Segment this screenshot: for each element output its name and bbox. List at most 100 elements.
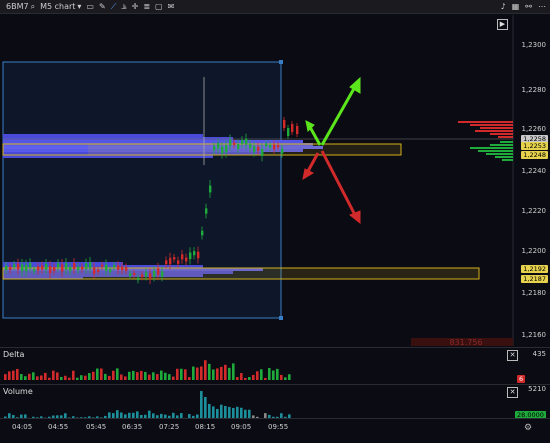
- delta-bar: [188, 377, 191, 380]
- indicator-icon: ⫡: [121, 1, 127, 11]
- candle: [291, 121, 294, 135]
- delta-bar: [152, 372, 155, 380]
- crosshair-button[interactable]: ✛: [132, 1, 139, 13]
- annotation-arrow-red-left[interactable]: [302, 152, 320, 181]
- layout-button[interactable]: ▦: [512, 1, 520, 13]
- delta-pane[interactable]: Delta ✕ 435 6: [0, 347, 550, 384]
- delta-bar: [200, 366, 203, 380]
- delta-bar: [144, 371, 147, 380]
- selection-handle-bottom[interactable]: [279, 316, 283, 320]
- price-tag-level: 1,2192: [521, 265, 548, 273]
- delta-bar: [236, 377, 239, 380]
- selection-handle-top[interactable]: [279, 60, 283, 64]
- delta-bar: [208, 363, 211, 380]
- delta-bar: [36, 376, 39, 380]
- volume-histogram: [4, 391, 291, 419]
- chart-toolbar: 6BM7 ⌕ M5 chart ▾ ▭ ✎ ⟋ ⫡ ✛ ≣ ▢ ✉ ♪ ▦ ⚯ …: [0, 0, 550, 14]
- delta-bar: [116, 368, 119, 380]
- display-settings-button[interactable]: ▭: [86, 1, 94, 13]
- delta-bar: [240, 373, 243, 380]
- layers-icon: ≣: [143, 1, 151, 11]
- main-price-chart[interactable]: 831.756 1,2300 1,2280 1,2260 1,2240 1,22…: [0, 15, 550, 346]
- annotation-arrow-green-up[interactable]: [320, 76, 361, 146]
- annotation-arrow-green-left[interactable]: [305, 120, 322, 146]
- delta-bar: [284, 377, 287, 380]
- annotation-arrow-red-down[interactable]: [320, 150, 361, 225]
- delta-bar: [204, 360, 207, 380]
- delta-bar: [172, 376, 175, 380]
- delta-bar: [132, 370, 135, 380]
- price-axis[interactable]: 1,2300 1,2280 1,2260 1,2240 1,2220 1,220…: [514, 15, 550, 346]
- time-axis[interactable]: 04:05 04:55 05:45 06:35 07:25 08:15 09:0…: [0, 418, 550, 443]
- delta-bar: [196, 367, 199, 380]
- delta-bar: [232, 363, 235, 380]
- delta-bar: [136, 372, 139, 380]
- delta-bar: [148, 374, 151, 380]
- symbol-selector[interactable]: 6BM7 ⌕: [6, 1, 35, 13]
- volume-bar: [204, 397, 207, 419]
- delta-bar: [224, 364, 227, 380]
- delta-histogram: [4, 360, 291, 380]
- volume-pane[interactable]: Volume ✕ 5210 28.0000: [0, 384, 550, 419]
- delta-bar: [180, 368, 183, 380]
- delta-bar: [268, 368, 271, 380]
- templates-button[interactable]: ≣: [143, 1, 150, 13]
- delta-bar: [88, 373, 91, 380]
- delta-bar: [60, 376, 63, 380]
- time-label: 04:05: [12, 423, 33, 431]
- delta-bar: [120, 374, 123, 380]
- price-tag-level: 1,2253: [521, 142, 548, 150]
- more-button[interactable]: ⋯: [538, 1, 546, 13]
- timeframe-selector[interactable]: M5 chart ▾: [40, 1, 81, 13]
- delta-bar: [52, 370, 55, 380]
- session-profile-histogram: [458, 121, 513, 161]
- delta-bar: [76, 377, 79, 380]
- delta-bar: [40, 375, 43, 380]
- delta-title: Delta: [3, 350, 25, 359]
- delta-bar: [8, 371, 11, 380]
- line-chart-icon: ⟋: [110, 1, 117, 11]
- maximize-icon[interactable]: ▶: [497, 19, 508, 30]
- delta-bar: [72, 370, 75, 380]
- indicators-button[interactable]: ⫡: [121, 1, 126, 13]
- volume-bar: [220, 404, 223, 419]
- price-label: 1,2280: [521, 86, 547, 94]
- chevron-down-icon: ▾: [77, 1, 82, 11]
- close-icon[interactable]: ✕: [507, 387, 518, 398]
- candle: [296, 123, 299, 137]
- snapshot-button[interactable]: ▢: [155, 1, 163, 13]
- volume-axis-label: 5210: [528, 385, 546, 393]
- delta-bar: [84, 375, 87, 380]
- settings-icon[interactable]: ⚙: [524, 423, 532, 433]
- notifications-button[interactable]: ♪: [501, 1, 506, 13]
- delta-bar: [156, 374, 159, 380]
- price-label: 1,2240: [521, 167, 547, 175]
- close-icon[interactable]: ✕: [507, 350, 518, 361]
- delta-bar: [248, 377, 251, 380]
- delta-bar: [28, 373, 31, 380]
- delta-bar: [164, 372, 167, 380]
- delta-bar: [228, 367, 231, 380]
- delta-bar: [32, 372, 35, 380]
- delta-bar: [168, 374, 171, 380]
- price-label: 1,2200: [521, 247, 547, 255]
- delta-bar: [124, 376, 127, 380]
- drawing-tools-button[interactable]: ✎: [99, 1, 106, 13]
- candle: [287, 125, 290, 139]
- delta-bar: [20, 374, 23, 380]
- price-label: 1,2180: [521, 289, 547, 297]
- delta-bar: [16, 368, 19, 380]
- price-chart-canvas[interactable]: 831.756: [0, 15, 550, 346]
- delta-bar: [176, 368, 179, 380]
- time-label: 05:45: [86, 423, 107, 431]
- chart-type-button[interactable]: ⟋: [111, 1, 117, 13]
- price-label: 1,2220: [521, 207, 547, 215]
- delta-bar: [44, 372, 47, 380]
- link-button[interactable]: ⚯: [525, 1, 532, 13]
- delta-bar: [80, 375, 83, 380]
- time-label: 06:35: [122, 423, 143, 431]
- notes-button[interactable]: ✉: [168, 1, 175, 13]
- delta-bar: [252, 374, 255, 380]
- delta-bar: [64, 375, 67, 380]
- delta-bar: [4, 374, 7, 380]
